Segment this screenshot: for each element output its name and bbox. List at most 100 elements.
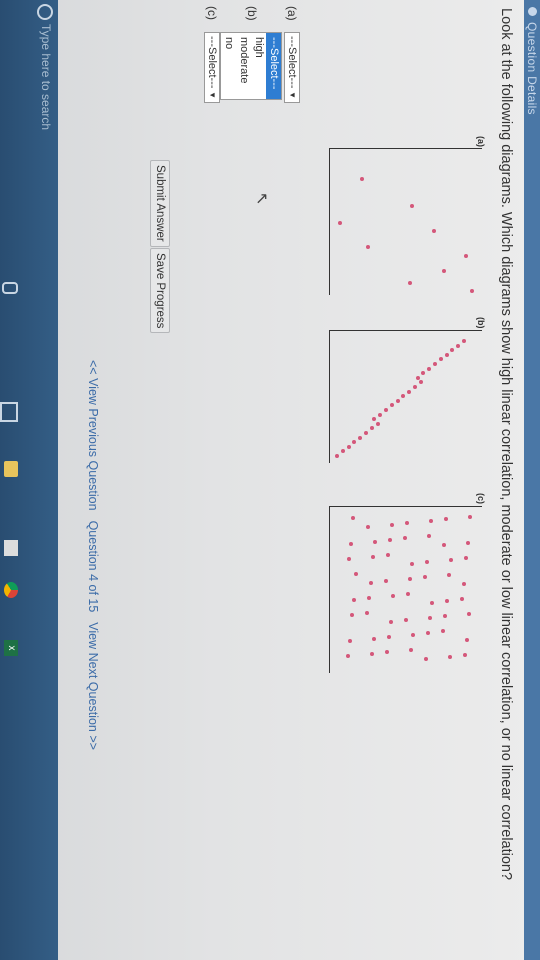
answer-a-dropdown: ---Select--- high moderate no: [220, 32, 282, 100]
answer-panel: (a) ---Select--- ▼ ---Select--- high mod…: [175, 6, 300, 206]
scatter-dot: [403, 536, 407, 540]
scatter-dot: [346, 654, 350, 658]
scatter-dot: [411, 633, 415, 637]
answer-a-select[interactable]: ---Select--- ▼: [284, 32, 300, 103]
scatter-dot: [346, 444, 351, 449]
scatter-dot: [389, 403, 394, 408]
answer-c-select[interactable]: ---Select--- ▼: [204, 32, 220, 103]
scatter-dot: [463, 653, 467, 657]
question-navigation: << View Previous Question Question 4 of 1…: [86, 360, 100, 750]
view-next-question-link[interactable]: View Next Question >>: [86, 622, 100, 750]
file-explorer-icon[interactable]: [4, 461, 18, 477]
scatter-dot: [354, 572, 358, 576]
scatter-dot: [415, 375, 420, 380]
scatter-dot: [438, 357, 443, 362]
scatter-dot: [385, 650, 389, 654]
scatter-dot: [378, 412, 383, 417]
scatter-dot: [427, 534, 431, 538]
scatter-dot: [404, 618, 408, 622]
scatter-dot: [423, 575, 427, 579]
question-text: Look at the following diagrams. Which di…: [498, 8, 514, 881]
scatter-dot: [386, 553, 390, 557]
scatter-dot: [448, 655, 452, 659]
scatter-dot: [367, 596, 371, 600]
scatter-dot: [352, 440, 357, 445]
scatter-dot: [467, 612, 471, 616]
scatter-dot: [372, 417, 377, 422]
microphone-icon[interactable]: [2, 282, 18, 294]
scatter-dot: [407, 389, 412, 394]
scatter-dot: [442, 269, 446, 273]
scatter-dot: [442, 543, 446, 547]
scatter-dot: [405, 521, 409, 525]
scatter-dot: [433, 362, 437, 366]
scatter-dot: [430, 601, 434, 605]
scatter-dot: [445, 599, 449, 603]
store-icon[interactable]: [4, 540, 18, 556]
scatter-dot: [470, 289, 474, 293]
dropdown-option-no[interactable]: no: [221, 33, 236, 99]
dropdown-option-high[interactable]: high: [251, 33, 266, 99]
scatter-dot: [413, 385, 417, 389]
scatter-dot: [464, 556, 468, 560]
scatter-dot: [447, 573, 451, 577]
scatter-dot: [409, 648, 413, 652]
task-view-icon[interactable]: [0, 402, 18, 422]
chrome-icon[interactable]: [4, 582, 18, 598]
scatter-dot: [406, 592, 410, 596]
scatter-dot: [425, 560, 429, 564]
scatter-dot: [408, 577, 412, 581]
diagram-c-plot: [329, 506, 482, 673]
scatter-dot: [365, 611, 369, 615]
question-position: Question 4 of 15: [86, 520, 100, 613]
diagram-a-label: (a): [476, 136, 486, 147]
scatter-dot: [387, 635, 391, 639]
diagram-b-plot: [329, 330, 482, 463]
scatter-dot: [389, 620, 393, 624]
diagram-a-plot: [329, 148, 482, 295]
scatter-dot: [462, 582, 466, 586]
scatter-dot: [427, 366, 432, 371]
scatter-dot: [360, 177, 364, 181]
scatter-dot: [384, 579, 388, 583]
scatter-dot: [460, 597, 464, 601]
scatter-dot: [395, 398, 400, 403]
scatter-dot: [410, 204, 414, 208]
save-progress-button[interactable]: Save Progress: [150, 248, 170, 334]
scatter-dot: [410, 562, 414, 566]
view-previous-question-link[interactable]: << View Previous Question: [86, 360, 100, 511]
cortana-icon[interactable]: [37, 4, 53, 20]
scatter-dot: [429, 519, 433, 523]
collapse-icon[interactable]: [528, 7, 537, 16]
scatter-dot: [456, 343, 461, 348]
taskbar-search-box[interactable]: Type here to search: [39, 24, 53, 130]
scatter-dot: [408, 281, 412, 285]
scatter-dot: [462, 339, 466, 343]
diagram-b-label: (b): [476, 317, 486, 329]
scatter-dot: [388, 538, 392, 542]
submit-answer-button[interactable]: Submit Answer: [150, 160, 170, 247]
answer-b-label: (b): [245, 6, 259, 21]
browser-screen: Question Details Look at the following d…: [0, 0, 540, 960]
dropdown-option-moderate[interactable]: moderate: [236, 33, 251, 99]
chevron-down-icon: ▼: [208, 91, 217, 99]
answer-c-selected: ---Select---: [206, 36, 218, 89]
scatter-dot: [373, 540, 377, 544]
scatter-dot: [348, 639, 352, 643]
scatter-dot: [352, 598, 356, 602]
scatter-dot: [366, 245, 370, 249]
scatter-dot: [369, 426, 374, 431]
question-header-bar: Question Details: [524, 0, 540, 960]
scatter-dot: [391, 594, 395, 598]
scatter-dot: [465, 638, 469, 642]
excel-icon[interactable]: x: [4, 640, 18, 656]
scatter-dot: [371, 555, 375, 559]
scatter-dot: [444, 517, 448, 521]
header-title[interactable]: Question Details: [525, 22, 539, 115]
scatter-dot: [335, 454, 339, 458]
scatter-dot: [366, 525, 370, 529]
dropdown-option-select[interactable]: ---Select---: [266, 33, 281, 99]
scatter-dot: [384, 408, 388, 412]
answer-a-selected: ---Select---: [286, 36, 298, 89]
scatter-dot: [424, 657, 428, 661]
